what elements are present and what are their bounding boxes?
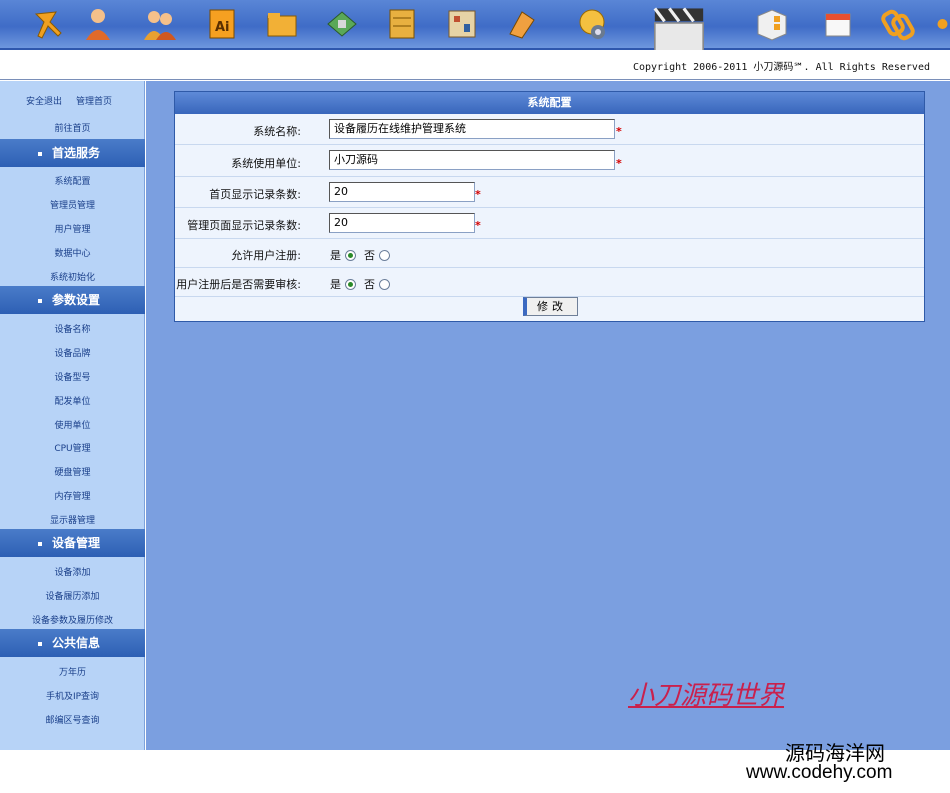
sidebar-item-device-name[interactable]: 设备名称 xyxy=(0,322,145,335)
copyright-text: Copyright 2006-2011 小刀源码℠. All Rights Re… xyxy=(632,62,930,73)
sidebar-item-using-unit[interactable]: 使用单位 xyxy=(0,418,145,431)
tools-icon[interactable] xyxy=(28,4,68,44)
windows-icon[interactable] xyxy=(752,4,792,44)
field-label: 系统名称: xyxy=(253,125,301,138)
radio-label-yes: 是 xyxy=(330,278,341,291)
sidebar-item-memory-management[interactable]: 内存管理 xyxy=(0,489,145,502)
field-label: 用户注册后是否需要审核: xyxy=(176,278,301,291)
required-marker: * xyxy=(475,219,481,232)
watermark-brand: 小刀源码世界 xyxy=(628,681,785,711)
system-unit-input[interactable]: 小刀源码 xyxy=(329,150,615,170)
sidebar-item-cpu-management[interactable]: CPU管理 xyxy=(0,441,145,454)
calendar-icon[interactable] xyxy=(818,4,858,44)
sidebar-item-system-init[interactable]: 系统初始化 xyxy=(0,270,145,283)
sidebar-item-add-device[interactable]: 设备添加 xyxy=(0,565,145,578)
app-window: Ai Copyright 2006-2011 小刀源码℠. All Rights… xyxy=(0,0,950,793)
modify-button[interactable]: 修改 xyxy=(523,297,578,316)
sidebar-item-user-management[interactable]: 用户管理 xyxy=(0,222,145,235)
sidebar-item-admin-management[interactable]: 管理员管理 xyxy=(0,198,145,211)
circuit-icon[interactable] xyxy=(442,4,482,44)
sidebar-item-add-device-history[interactable]: 设备履历添加 xyxy=(0,589,145,602)
sidebar: 安全退出 管理首页 前往首页 首选服务 系统配置 管理员管理 用户管理 数据中心… xyxy=(0,81,145,750)
field-label: 系统使用单位: xyxy=(231,157,301,170)
illustrator-icon[interactable]: Ai xyxy=(202,4,242,44)
globe-icon[interactable] xyxy=(935,4,950,44)
required-marker: * xyxy=(616,157,622,170)
radio-label-no: 否 xyxy=(364,249,375,262)
field-row-register-review: 用户注册后是否需要审核: 是 否 xyxy=(175,269,924,297)
section-header-preferred-services[interactable]: 首选服务 xyxy=(0,139,145,167)
database-icon[interactable] xyxy=(382,4,422,44)
field-row-system-name: 系统名称: 设备履历在线维护管理系统 * xyxy=(175,115,924,145)
required-marker: * xyxy=(616,125,622,138)
bullet-icon xyxy=(38,541,42,546)
system-config-panel: 系统配置 系统名称: 设备履历在线维护管理系统 * 系统使用单位: 小刀源码 *… xyxy=(174,91,925,322)
section-header-public-info[interactable]: 公共信息 xyxy=(0,629,145,657)
book-icon[interactable] xyxy=(502,4,542,44)
panel-title: 系统配置 xyxy=(175,92,924,114)
field-row-admin-records: 管理页面显示记录条数: 20 * xyxy=(175,209,924,239)
radio-label-yes: 是 xyxy=(330,249,341,262)
field-label: 管理页面显示记录条数: xyxy=(187,219,301,232)
sidebar-item-phone-ip-lookup[interactable]: 手机及IP查询 xyxy=(0,689,145,702)
home-records-input[interactable]: 20 xyxy=(329,182,475,202)
sidebar-item-data-center[interactable]: 数据中心 xyxy=(0,246,145,259)
sidebar-item-device-brand[interactable]: 设备品牌 xyxy=(0,346,145,359)
field-label: 首页显示记录条数: xyxy=(209,188,301,201)
sidebar-item-issuing-unit[interactable]: 配发单位 xyxy=(0,394,145,407)
section-header-parameter-settings[interactable]: 参数设置 xyxy=(0,286,145,314)
admin-home-link[interactable]: 管理首页 xyxy=(76,94,112,107)
allow-register-radio-group: 是 否 xyxy=(330,247,398,263)
users-icon[interactable] xyxy=(140,4,180,44)
svg-text:Ai: Ai xyxy=(215,20,230,35)
link-icon[interactable] xyxy=(878,4,918,44)
sidebar-item-calendar[interactable]: 万年历 xyxy=(0,665,145,678)
folder-icon[interactable] xyxy=(262,4,302,44)
required-marker: * xyxy=(475,188,481,201)
sidebar-item-device-model[interactable]: 设备型号 xyxy=(0,370,145,383)
field-row-allow-register: 允许用户注册: 是 否 xyxy=(175,240,924,268)
admin-records-input[interactable]: 20 xyxy=(329,213,475,233)
field-row-system-unit: 系统使用单位: 小刀源码 * xyxy=(175,146,924,177)
bullet-icon xyxy=(38,641,42,646)
go-home-link[interactable]: 前往首页 xyxy=(0,121,145,134)
section-header-device-management[interactable]: 设备管理 xyxy=(0,529,145,557)
sidebar-item-monitor-management[interactable]: 显示器管理 xyxy=(0,513,145,526)
bullet-icon xyxy=(38,151,42,156)
sidebar-item-disk-management[interactable]: 硬盘管理 xyxy=(0,465,145,478)
sidebar-item-edit-device-params[interactable]: 设备参数及履历修改 xyxy=(0,613,145,626)
main-content: 系统配置 系统名称: 设备履历在线维护管理系统 * 系统使用单位: 小刀源码 *… xyxy=(146,81,950,750)
bullet-icon xyxy=(38,298,42,303)
sidebar-item-system-config[interactable]: 系统配置 xyxy=(0,174,145,187)
field-label: 允许用户注册: xyxy=(231,249,301,262)
register-review-radio-group: 是 否 xyxy=(330,276,398,292)
radio-label-no: 否 xyxy=(364,278,375,291)
logout-link[interactable]: 安全退出 xyxy=(26,94,62,107)
field-row-home-records: 首页显示记录条数: 20 * xyxy=(175,178,924,208)
allow-register-no-radio[interactable] xyxy=(379,249,390,261)
register-review-no-radio[interactable] xyxy=(379,278,390,290)
register-review-yes-radio[interactable] xyxy=(345,278,356,290)
chip-icon[interactable] xyxy=(322,4,362,44)
top-icon-bar: Ai xyxy=(0,0,950,56)
sidebar-item-zip-lookup[interactable]: 邮编区号查询 xyxy=(0,713,145,726)
allow-register-yes-radio[interactable] xyxy=(345,249,356,261)
copyright-strip: Copyright 2006-2011 小刀源码℠. All Rights Re… xyxy=(0,50,950,80)
system-name-input[interactable]: 设备履历在线维护管理系统 xyxy=(329,119,615,139)
site-url-watermark: www.codehy.com xyxy=(746,762,893,783)
gallery-icon[interactable] xyxy=(572,4,612,44)
user-icon[interactable] xyxy=(78,4,118,44)
